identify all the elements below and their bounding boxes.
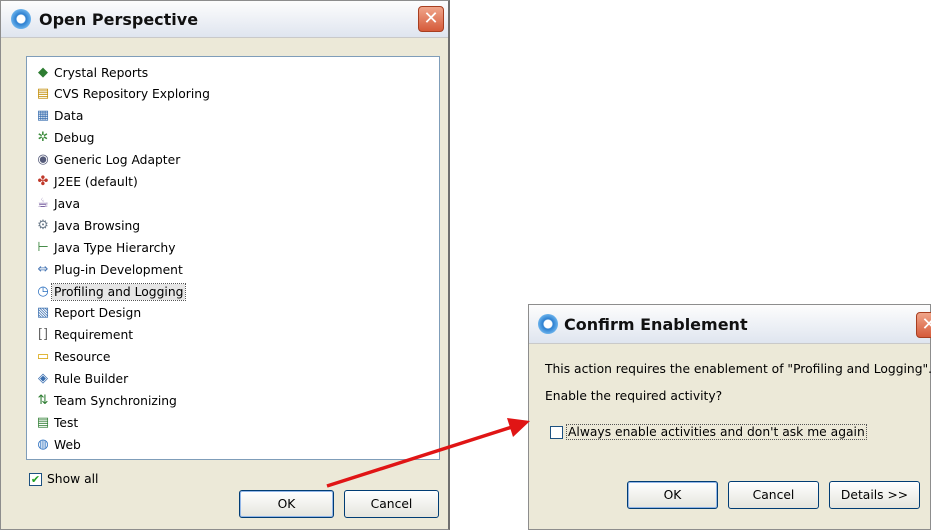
red-arrow-icon bbox=[326, 418, 530, 488]
arrow-head bbox=[507, 418, 530, 437]
arrow-line bbox=[326, 425, 513, 488]
